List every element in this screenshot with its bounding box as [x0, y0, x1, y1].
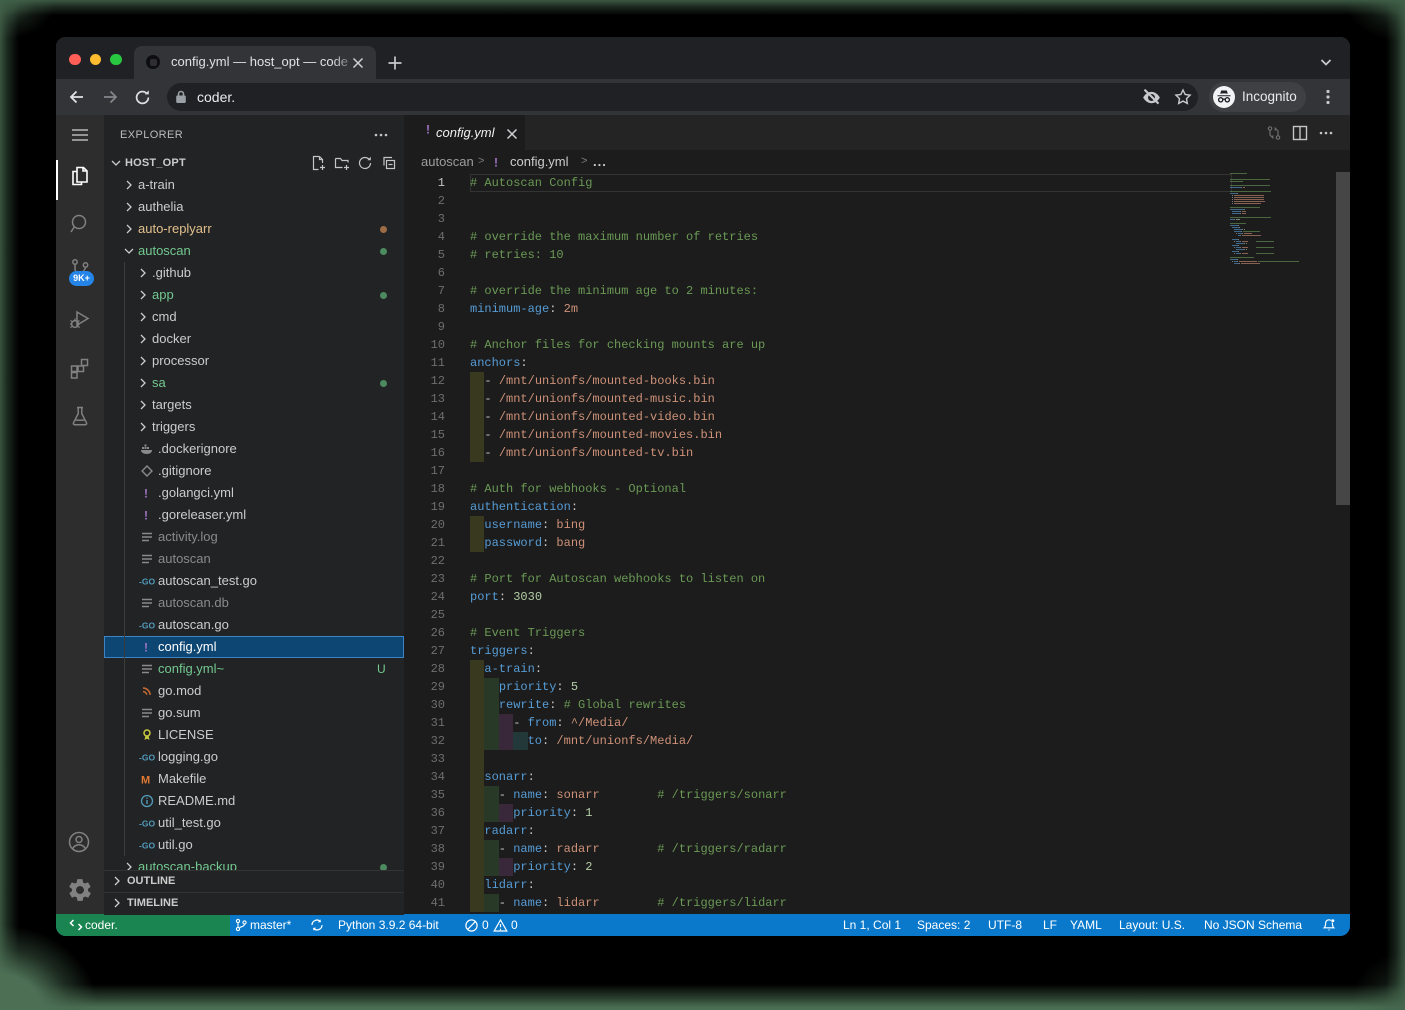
svg-text:!: !	[144, 641, 148, 655]
svg-text:-GO: -GO	[139, 577, 155, 587]
svg-text:-GO: -GO	[139, 819, 155, 829]
svg-text:!: !	[144, 509, 148, 523]
svg-text:M: M	[141, 775, 150, 787]
svg-text:!: !	[494, 156, 498, 170]
svg-text:!: !	[144, 487, 148, 501]
svg-text:-GO: -GO	[139, 841, 155, 851]
svg-text:-GO: -GO	[139, 753, 155, 763]
svg-text:-GO: -GO	[139, 621, 155, 631]
svg-text:!: !	[426, 123, 430, 137]
